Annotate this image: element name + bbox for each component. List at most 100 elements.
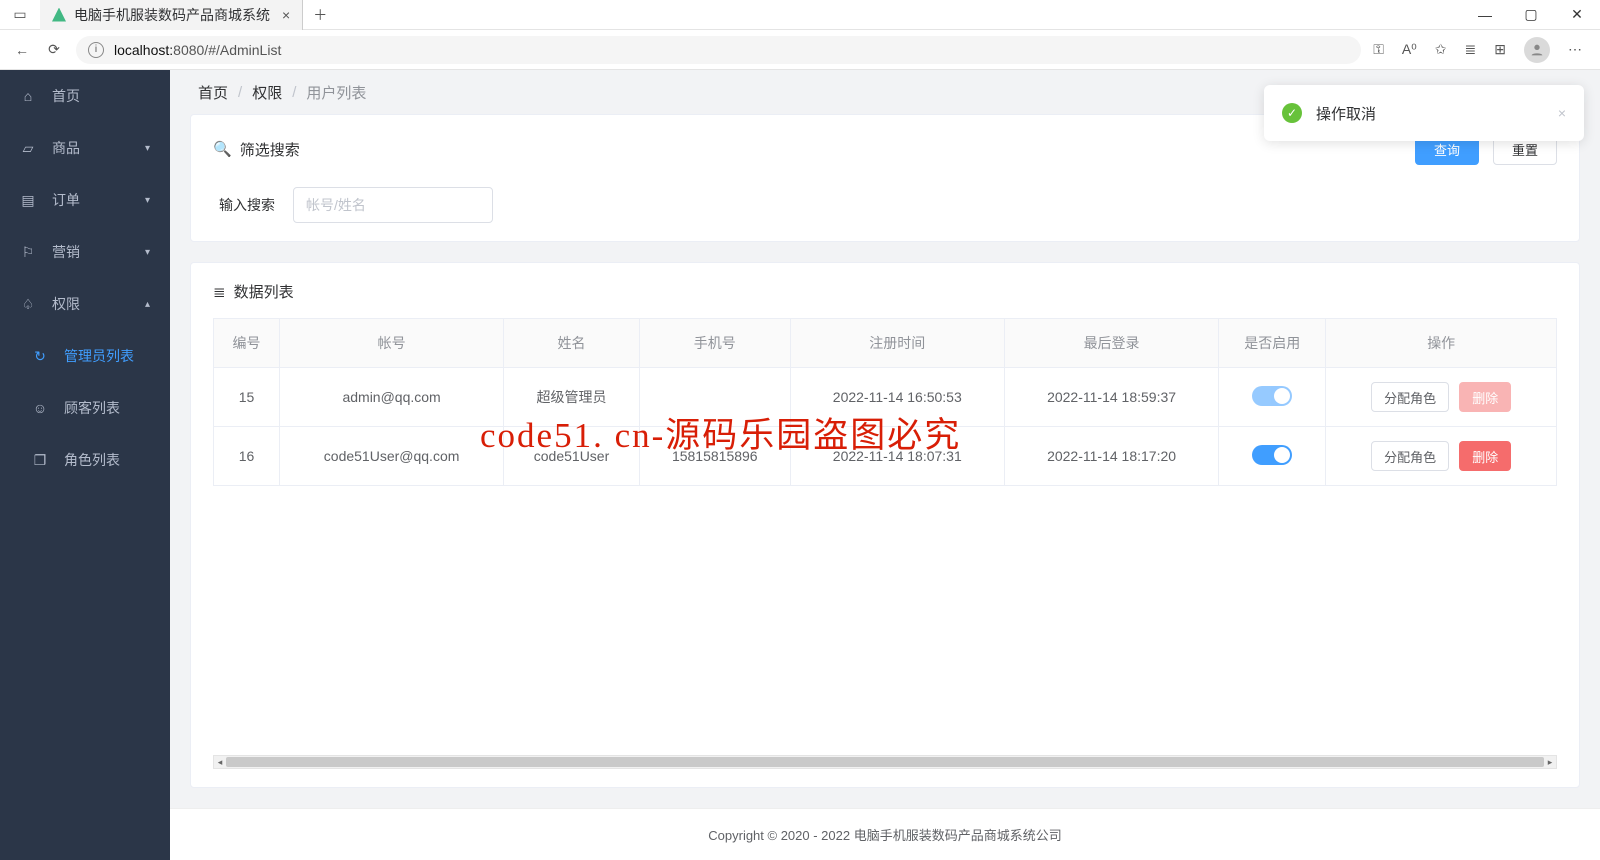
cell-last: 2022-11-14 18:59:37: [1004, 368, 1218, 427]
cell-ops: 分配角色删除: [1326, 368, 1557, 427]
sidebar-item-products[interactable]: ▱ 商品 ▾: [0, 122, 170, 174]
home-icon: ⌂: [20, 88, 36, 104]
col-enabled: 是否启用: [1219, 319, 1326, 368]
breadcrumb-home[interactable]: 首页: [198, 82, 228, 103]
close-toast-icon[interactable]: ×: [1558, 105, 1566, 121]
footer: Copyright © 2020 - 2022 电脑手机服装数码产品商城系统公司: [170, 808, 1600, 860]
sidebar-item-customer-list[interactable]: ☺ 顾客列表: [0, 382, 170, 434]
chevron-up-icon: ▴: [145, 299, 150, 310]
toast-message: 操作取消: [1316, 103, 1544, 124]
cell-enabled: [1219, 368, 1326, 427]
breadcrumb-permission[interactable]: 权限: [252, 82, 282, 103]
breadcrumb-current: 用户列表: [306, 82, 366, 103]
refresh-icon[interactable]: ⟳: [44, 41, 64, 58]
enable-switch[interactable]: [1252, 386, 1292, 406]
scrollbar-thumb[interactable]: [226, 757, 1544, 767]
assign-role-button[interactable]: 分配角色: [1371, 382, 1449, 412]
toast-notification: ✓ 操作取消 ×: [1264, 85, 1584, 141]
cell-id: 15: [214, 368, 280, 427]
star-icon[interactable]: ✩: [1435, 41, 1447, 58]
tab-overview-icon[interactable]: ▭: [0, 6, 40, 23]
cell-phone: [639, 368, 790, 427]
delete-button[interactable]: 删除: [1459, 382, 1511, 412]
success-icon: ✓: [1282, 103, 1302, 123]
search-input-label: 输入搜索: [219, 195, 275, 215]
browser-toolbar: ← ⟳ i localhost:8080/#/AdminList ⚿ A⁰ ✩ …: [0, 30, 1600, 70]
sidebar-item-admin-list[interactable]: ↻ 管理员列表: [0, 330, 170, 382]
data-list-card: ≣ 数据列表 编号 帐号 姓名 手机号 注册时间 最后登录 是否启用 操: [190, 262, 1580, 788]
main-area: 首页 / 权限 / 用户列表 🔍 筛选搜索 查询 重置: [170, 70, 1600, 860]
cell-reg: 2022-11-14 18:07:31: [790, 427, 1004, 486]
sidebar-item-permission[interactable]: ♤ 权限 ▴: [0, 278, 170, 330]
data-list-title: 数据列表: [234, 281, 294, 302]
sidebar-item-promotion[interactable]: ⚐ 营销 ▾: [0, 226, 170, 278]
assign-role-button[interactable]: 分配角色: [1371, 441, 1449, 471]
sidebar-item-label: 权限: [52, 294, 80, 314]
refresh-icon: ↻: [32, 348, 48, 365]
cell-reg: 2022-11-14 16:50:53: [790, 368, 1004, 427]
search-icon: 🔍: [213, 140, 232, 158]
sidebar-item-label: 营销: [52, 242, 80, 262]
sidebar-item-label: 角色列表: [64, 450, 120, 470]
close-tab-icon[interactable]: ×: [282, 7, 290, 23]
database-icon: ≣: [213, 283, 226, 301]
sidebar-item-label: 订单: [52, 190, 80, 210]
cell-account: code51User@qq.com: [280, 427, 504, 486]
table-row: 16code51User@qq.comcode51User15815815896…: [214, 427, 1557, 486]
table-row: 15admin@qq.com超级管理员 2022-11-14 16:50:532…: [214, 368, 1557, 427]
col-ops: 操作: [1326, 319, 1557, 368]
scroll-right-icon[interactable]: ▸: [1544, 756, 1556, 768]
collections-icon[interactable]: ⊞: [1494, 41, 1506, 58]
sidebar-item-label: 首页: [52, 86, 80, 106]
sidebar-item-label: 管理员列表: [64, 346, 134, 366]
chevron-down-icon: ▾: [145, 247, 150, 258]
sidebar-item-label: 商品: [52, 138, 80, 158]
col-account: 帐号: [280, 319, 504, 368]
col-id: 编号: [214, 319, 280, 368]
cell-enabled: [1219, 427, 1326, 486]
cell-last: 2022-11-14 18:17:20: [1004, 427, 1218, 486]
col-name: 姓名: [504, 319, 640, 368]
promo-icon: ⚐: [20, 244, 36, 261]
sidebar-item-home[interactable]: ⌂ 首页: [0, 70, 170, 122]
read-aloud-icon[interactable]: A⁰: [1402, 41, 1417, 58]
enable-switch[interactable]: [1252, 445, 1292, 465]
bell-icon: ♤: [20, 296, 36, 313]
site-info-icon[interactable]: i: [88, 42, 104, 58]
favorites-icon[interactable]: ≣: [1465, 41, 1477, 58]
window-close-icon[interactable]: ✕: [1554, 0, 1600, 30]
more-icon[interactable]: ⋯: [1568, 41, 1582, 58]
vue-favicon: [52, 8, 66, 22]
window-titlebar: ▭ 电脑手机服装数码产品商城系统 × ＋ — ▢ ✕: [0, 0, 1600, 30]
sidebar-item-label: 顾客列表: [64, 398, 120, 418]
sidebar-item-orders[interactable]: ▤ 订单 ▾: [0, 174, 170, 226]
cell-name: 超级管理员: [504, 368, 640, 427]
cell-name: code51User: [504, 427, 640, 486]
new-tab-button[interactable]: ＋: [303, 5, 337, 25]
chevron-down-icon: ▾: [145, 143, 150, 154]
clipboard-icon: ▤: [20, 192, 36, 209]
password-key-icon[interactable]: ⚿: [1373, 41, 1384, 58]
tab-title: 电脑手机服装数码产品商城系统: [74, 5, 270, 25]
window-minimize-icon[interactable]: —: [1462, 0, 1508, 30]
col-phone: 手机号: [639, 319, 790, 368]
browser-tab[interactable]: 电脑手机服装数码产品商城系统 ×: [40, 0, 303, 30]
admin-table: 编号 帐号 姓名 手机号 注册时间 最后登录 是否启用 操作 15admin@q…: [213, 318, 1557, 486]
search-input[interactable]: [293, 187, 493, 223]
sidebar-item-role-list[interactable]: ❐ 角色列表: [0, 434, 170, 486]
url-display: localhost:8080/#/AdminList: [114, 42, 281, 58]
address-bar[interactable]: i localhost:8080/#/AdminList: [76, 36, 1361, 64]
horizontal-scrollbar[interactable]: ◂ ▸: [213, 755, 1557, 769]
cell-account: admin@qq.com: [280, 368, 504, 427]
delete-button[interactable]: 删除: [1459, 441, 1511, 471]
breadcrumb-separator: /: [238, 84, 242, 101]
profile-avatar[interactable]: [1524, 37, 1550, 63]
window-maximize-icon[interactable]: ▢: [1508, 0, 1554, 30]
filter-title: 筛选搜索: [240, 139, 300, 160]
cell-id: 16: [214, 427, 280, 486]
user-icon: ☺: [32, 400, 48, 416]
bag-icon: ▱: [20, 140, 36, 157]
scroll-left-icon[interactable]: ◂: [214, 756, 226, 768]
back-icon[interactable]: ←: [12, 42, 32, 58]
cube-icon: ❐: [32, 452, 48, 469]
